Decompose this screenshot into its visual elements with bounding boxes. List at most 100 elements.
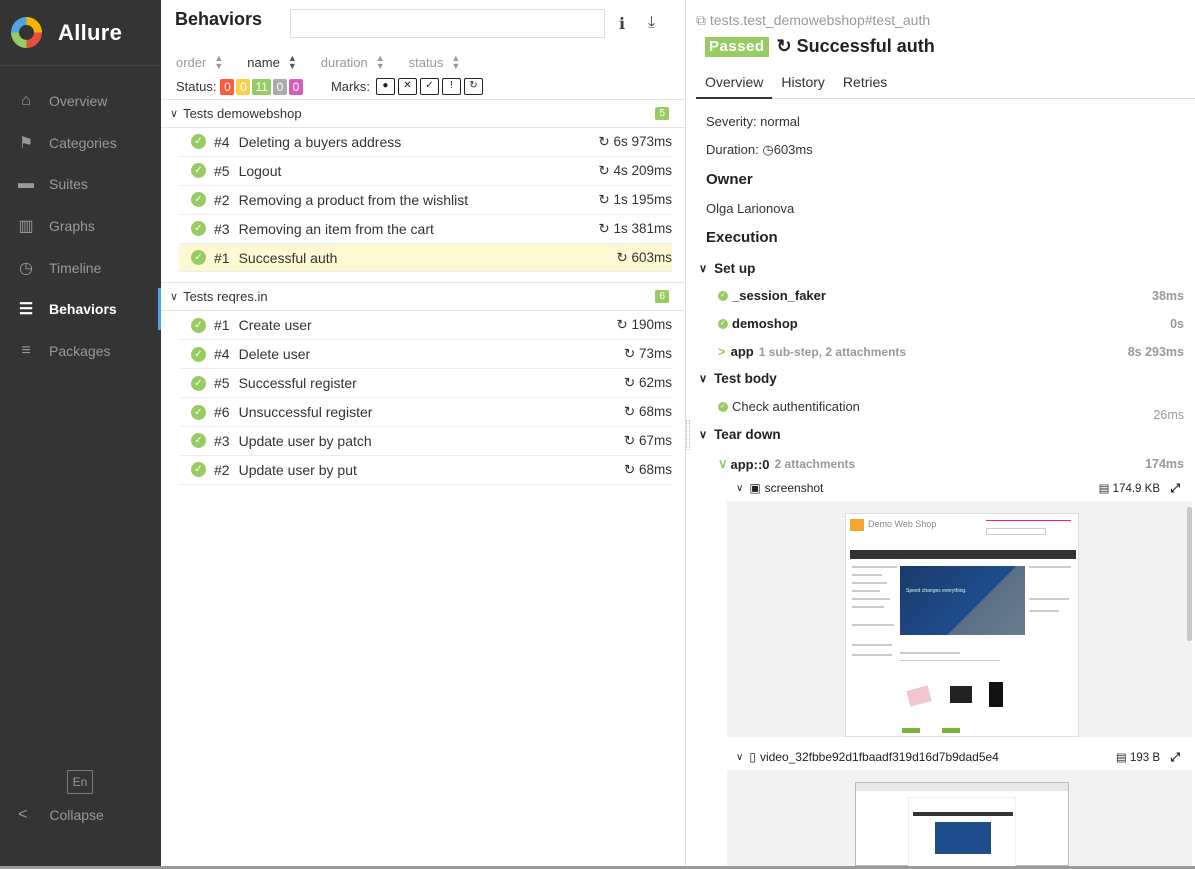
test-number: #1 bbox=[214, 317, 230, 334]
retries-mark-icon[interactable]: ↻ bbox=[463, 78, 483, 95]
new-passed-mark-icon[interactable]: ✓ bbox=[419, 78, 439, 95]
shop-sidebar-line bbox=[852, 606, 884, 608]
test-row-selected[interactable]: ✓ #1 Successful auth ↻ 603ms bbox=[179, 243, 672, 273]
marks-label: Marks: bbox=[330, 79, 370, 94]
info-icon[interactable]: ℹ bbox=[619, 14, 625, 34]
test-duration-value: 68ms bbox=[638, 404, 672, 420]
flaky-mark-icon[interactable]: ● bbox=[375, 78, 395, 95]
test-row[interactable]: ✓ #4 Delete user ↻ 73ms bbox=[179, 340, 672, 370]
attachment-video[interactable]: ∨ ▯ video_32fbbe92d1fbaadf319d16d7b9dad5… bbox=[736, 750, 1188, 765]
sort-order[interactable]: order ▲ ▼ bbox=[176, 54, 223, 71]
step-check-auth[interactable]: ✓ Check authentification bbox=[718, 399, 1184, 414]
attachment-size: ▤ 174.9 KB bbox=[1099, 481, 1160, 495]
test-row[interactable]: ✓ #2 Removing a product from the wishlis… bbox=[179, 186, 672, 215]
step-app[interactable]: > app 1 sub-step, 2 attachments 8s 293ms bbox=[718, 344, 1184, 359]
attachment-name: video_32fbbe92d1fbaadf319d16d7b9dad5e4 bbox=[759, 750, 999, 764]
chevron-down-icon: ∨ bbox=[170, 291, 179, 304]
test-status-line: Passed ↻ Successful auth bbox=[705, 36, 935, 57]
status-badge-broken[interactable]: 0 bbox=[236, 78, 251, 95]
step-demoshop[interactable]: ✓ demoshop 0s bbox=[718, 316, 1184, 331]
status-filter: Status: 0 0 11 0 0 Marks: ● ✕ ✓ ! ↻ bbox=[176, 78, 483, 95]
attachment-size-value: 193 B bbox=[1129, 752, 1160, 764]
setup-stage-label: Set up bbox=[714, 261, 756, 276]
search-input[interactable] bbox=[290, 9, 605, 38]
bar-chart-icon: ▥ bbox=[18, 217, 34, 235]
test-duration: ↻ 1s 195ms bbox=[598, 192, 672, 208]
setup-stage[interactable]: ∨ Set up bbox=[699, 261, 755, 276]
sort-name[interactable]: name ▲ ▼ bbox=[247, 54, 296, 71]
status-badge-unknown[interactable]: 0 bbox=[288, 78, 303, 95]
group-header[interactable]: ∨ Tests demowebshop 5 bbox=[161, 100, 686, 128]
screenshot-preview[interactable]: Demo Web Shop Speed changes everything. bbox=[727, 501, 1192, 737]
language-button[interactable]: En bbox=[67, 770, 93, 794]
download-icon[interactable]: ⤓ bbox=[648, 14, 655, 32]
tab-retries[interactable]: Retries bbox=[834, 67, 896, 99]
test-duration-value: 190ms bbox=[631, 317, 672, 333]
test-number: #4 bbox=[214, 346, 230, 363]
video-preview[interactable] bbox=[727, 770, 1192, 866]
copy-icon[interactable]: ⧉ bbox=[696, 12, 706, 28]
sidebar-item-graphs[interactable]: ▥ Graphs bbox=[0, 205, 161, 247]
sidebar-item-timeline[interactable]: ◷ Timeline bbox=[0, 247, 161, 289]
status-badge-failed[interactable]: 0 bbox=[220, 78, 235, 95]
clock-icon: ◷ bbox=[19, 259, 33, 277]
teardown-stage[interactable]: ∨ Tear down bbox=[699, 427, 781, 442]
test-number: #4 bbox=[214, 133, 230, 150]
retry-icon: ↻ bbox=[616, 249, 628, 265]
test-duration: ↻ 603ms bbox=[616, 250, 672, 266]
page-title: Behaviors bbox=[175, 8, 263, 29]
shop-right-line bbox=[1029, 610, 1059, 612]
test-name: Deleting a buyers address bbox=[238, 133, 402, 150]
collapse-button[interactable]: < Collapse bbox=[18, 806, 104, 824]
sidebar-item-categories[interactable]: ⚑ Categories bbox=[0, 122, 161, 164]
step-app-0[interactable]: ∨ app::0 2 attachments 174ms bbox=[718, 456, 1184, 472]
step-subinfo: 1 sub-step, 2 attachments bbox=[758, 344, 907, 359]
tab-history[interactable]: History bbox=[772, 67, 834, 99]
detail-tabs: Overview History Retries bbox=[696, 67, 1195, 99]
test-row[interactable]: ✓ #1 Create user ↻ 190ms bbox=[179, 311, 672, 341]
shop-nav bbox=[850, 550, 1076, 559]
preview-scrollbar[interactable] bbox=[1187, 507, 1192, 641]
duration-label: Duration: bbox=[706, 142, 759, 157]
sidebar-item-label: Overview bbox=[49, 92, 108, 109]
sidebar-item-overview[interactable]: ⌂ Overview bbox=[0, 80, 161, 122]
test-duration-value: 1s 381ms bbox=[613, 220, 672, 236]
execution-heading: Execution bbox=[706, 229, 778, 246]
sidebar-item-suites[interactable]: ▬ Suites bbox=[0, 163, 161, 205]
status-badge-passed[interactable]: 11 bbox=[252, 78, 271, 95]
retry-icon: ↻ bbox=[776, 36, 792, 56]
test-row[interactable]: ✓ #4 Deleting a buyers address ↻ 6s 973m… bbox=[179, 128, 672, 157]
sort-bar: order ▲ ▼ name ▲ ▼ duration ▲ ▼ status ▲ ▼ bbox=[176, 54, 484, 71]
test-row[interactable]: ✓ #3 Update user by patch ↻ 67ms bbox=[179, 427, 672, 456]
sidebar-item-behaviors[interactable]: ☰ Behaviors bbox=[0, 288, 161, 330]
test-row[interactable]: ✓ #2 Update user by put ↻ 68ms bbox=[179, 456, 672, 485]
tab-overview[interactable]: Overview bbox=[696, 67, 773, 99]
shop-welcome-line bbox=[900, 660, 1000, 661]
test-name: Update user by patch bbox=[238, 432, 372, 449]
sidebar-item-packages[interactable]: ≡ Packages bbox=[0, 330, 161, 372]
new-failed-mark-icon[interactable]: ✕ bbox=[397, 78, 417, 95]
status-badge-skipped[interactable]: 0 bbox=[272, 78, 287, 95]
test-body-stage[interactable]: ∨ Test body bbox=[699, 371, 777, 386]
test-row[interactable]: ✓ #5 Logout ↻ 4s 209ms bbox=[179, 157, 672, 186]
new-broken-mark-icon[interactable]: ! bbox=[441, 78, 461, 95]
test-row[interactable]: ✓ #5 Successful register ↻ 62ms bbox=[179, 369, 672, 399]
fullscreen-icon[interactable]: ⤢ bbox=[1170, 481, 1180, 496]
severity: Severity: normal bbox=[706, 114, 800, 129]
sort-duration-label: duration bbox=[320, 54, 368, 70]
step-session-faker[interactable]: ✓ _session_faker 38ms bbox=[718, 288, 1184, 303]
clock-icon: ◷ bbox=[762, 142, 774, 157]
test-row[interactable]: ✓ #6 Unsuccessful register ↻ 68ms bbox=[179, 398, 672, 428]
group-header[interactable]: ∨ Tests reqres.in 6 bbox=[161, 283, 686, 312]
group-name: Tests reqres.in bbox=[183, 289, 268, 305]
attachment-screenshot[interactable]: ∨ ▣ screenshot ▤ 174.9 KB ⤢ bbox=[736, 481, 1188, 496]
fullscreen-icon[interactable]: ⤢ bbox=[1170, 750, 1180, 765]
test-row[interactable]: ✓ #3 Removing an item from the cart ↻ 1s… bbox=[179, 215, 672, 244]
brand[interactable]: Allure bbox=[0, 0, 161, 66]
collapse-label: Collapse bbox=[49, 807, 104, 823]
sort-duration[interactable]: duration ▲ ▼ bbox=[320, 54, 385, 71]
step-name: _session_faker bbox=[732, 288, 826, 303]
sort-status[interactable]: status ▲ ▼ bbox=[409, 54, 461, 71]
group-count-badge: 5 bbox=[655, 107, 669, 120]
retry-icon: ↻ bbox=[623, 404, 636, 420]
